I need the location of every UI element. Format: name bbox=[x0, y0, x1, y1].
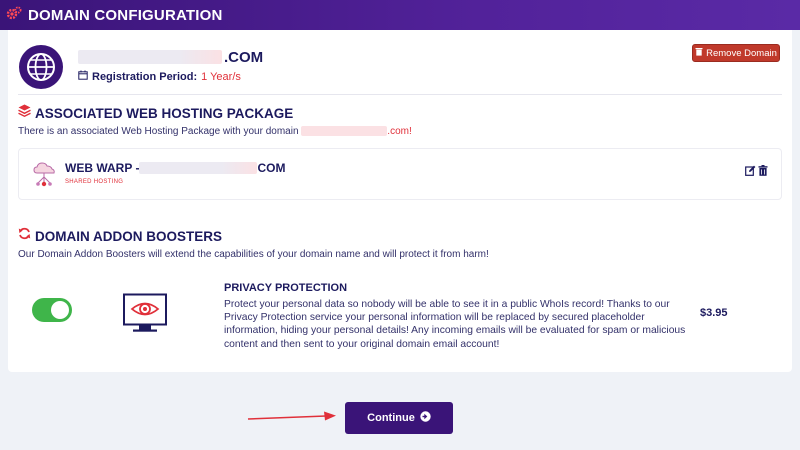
redacted-domain bbox=[301, 126, 388, 137]
domain-name: .COM bbox=[78, 48, 263, 66]
boosters-description: Our Domain Addon Boosters will extend th… bbox=[18, 249, 489, 260]
calendar-icon bbox=[78, 70, 88, 83]
redacted-domain bbox=[78, 50, 222, 64]
edit-icon[interactable] bbox=[745, 163, 756, 181]
remove-domain-label: Remove Domain bbox=[706, 47, 777, 59]
hosting-desc-prefix: There is an associated Web Hosting Packa… bbox=[18, 126, 302, 137]
continue-button[interactable]: Continue bbox=[345, 402, 453, 434]
hosting-package-card: WEB WARP - COM SHARED HOSTING bbox=[18, 148, 782, 200]
divider bbox=[18, 94, 782, 95]
layers-icon bbox=[18, 104, 31, 122]
arrow-pointer-icon bbox=[246, 410, 338, 429]
domain-suffix: .COM bbox=[224, 48, 264, 66]
booster-name: PRIVACY PROTECTION bbox=[224, 282, 348, 294]
boosters-section-header: DOMAIN ADDON BOOSTERS bbox=[18, 227, 222, 245]
hosting-name-prefix: WEB WARP - bbox=[65, 161, 140, 175]
globe-icon bbox=[18, 44, 64, 95]
toggle-knob bbox=[51, 301, 69, 319]
refresh-icon bbox=[18, 227, 31, 245]
hosting-description: There is an associated Web Hosting Packa… bbox=[18, 126, 412, 137]
page-header: DOMAIN CONFIGURATION bbox=[0, 0, 800, 30]
hosting-name-suffix: COM bbox=[257, 161, 286, 175]
registration-label: Registration Period: bbox=[92, 70, 198, 83]
cogs-icon bbox=[6, 6, 22, 25]
delete-icon[interactable] bbox=[758, 163, 768, 181]
redacted-domain bbox=[139, 162, 258, 174]
hosting-package-type: SHARED HOSTING bbox=[65, 179, 124, 185]
privacy-protection-toggle[interactable] bbox=[32, 298, 72, 322]
trash-icon bbox=[695, 47, 703, 59]
boosters-section-title: DOMAIN ADDON BOOSTERS bbox=[35, 228, 223, 244]
booster-description: Protect your personal data so nobody wil… bbox=[224, 299, 686, 350]
hosting-section-title: ASSOCIATED WEB HOSTING PACKAGE bbox=[35, 105, 294, 121]
cloud-hosting-icon bbox=[31, 161, 57, 194]
hosting-package-name: WEB WARP - COM bbox=[65, 161, 285, 175]
hosting-desc-suffix: .com! bbox=[387, 126, 412, 137]
arrow-circle-right-icon bbox=[420, 411, 431, 425]
registration-value: 1 Year/s bbox=[201, 70, 241, 83]
registration-period: Registration Period: 1 Year/s bbox=[78, 70, 241, 83]
monitor-eye-icon bbox=[122, 293, 168, 340]
hosting-section-header: ASSOCIATED WEB HOSTING PACKAGE bbox=[18, 104, 293, 122]
remove-domain-button[interactable]: Remove Domain bbox=[692, 44, 780, 62]
page-title: DOMAIN CONFIGURATION bbox=[28, 7, 223, 24]
booster-price: $3.95 bbox=[700, 307, 728, 319]
continue-label: Continue bbox=[367, 412, 415, 424]
